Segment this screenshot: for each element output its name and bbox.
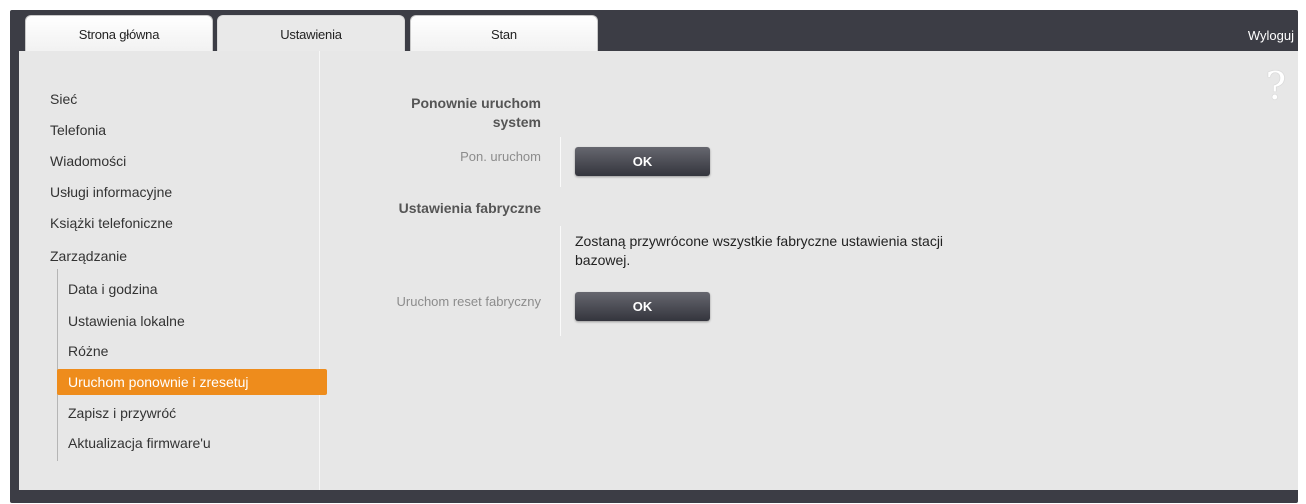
sidebar-item-network[interactable]: Sieć — [50, 90, 77, 108]
sidebar-subitem-save-restore[interactable]: Zapisz i przywróć — [68, 404, 176, 422]
sidebar-item-messages[interactable]: Wiadomości — [50, 152, 126, 170]
sidebar-subitem-restart-reset[interactable]: Uruchom ponownie i zresetuj — [57, 369, 327, 395]
restart-divider — [560, 137, 561, 187]
sidebar-item-info-services[interactable]: Usługi informacyjne — [50, 183, 172, 201]
subnav-divider — [57, 269, 58, 461]
sidebar-subitem-local-settings[interactable]: Ustawienia lokalne — [68, 312, 185, 330]
factory-reset-desc-line2: bazowej. — [575, 252, 631, 268]
tab-status[interactable]: Stan — [410, 15, 598, 52]
sidebar-item-phonebooks[interactable]: Książki telefoniczne — [50, 214, 173, 232]
sidebar-subitem-firmware[interactable]: Aktualizacja firmware'u — [68, 434, 211, 452]
restart-title-line1: Ponownie uruchom — [411, 95, 541, 111]
factory-reset-label: Uruchom reset fabryczny — [396, 294, 542, 309]
tab-settings[interactable]: Ustawienia — [217, 15, 405, 55]
logout-link[interactable]: Wyloguj — [1248, 28, 1294, 43]
factory-reset-ok-button[interactable]: OK — [575, 292, 710, 321]
factory-reset-title: Ustawienia fabryczne — [398, 200, 541, 216]
factory-reset-desc-line1: Zostaną przywrócone wszystkie fabryczne … — [575, 233, 944, 249]
sidebar-subitem-misc[interactable]: Różne — [68, 342, 108, 360]
question-mark-icon[interactable]: ? — [1266, 67, 1286, 105]
restart-label: Pon. uruchom — [460, 149, 541, 164]
restart-ok-button[interactable]: OK — [575, 147, 710, 176]
restart-title-line2: system — [492, 114, 541, 130]
sidebar-subitem-date-time[interactable]: Data i godzina — [68, 280, 158, 298]
factory-reset-divider — [560, 226, 561, 336]
content-panel: Sieć Telefonia Wiadomości Usługi informa… — [19, 51, 1298, 490]
factory-reset-description: Zostaną przywrócone wszystkie fabryczne … — [575, 232, 1035, 270]
sidebar-item-management[interactable]: Zarządzanie — [50, 247, 127, 265]
sidebar: Sieć Telefonia Wiadomości Usługi informa… — [19, 51, 327, 490]
sidebar-item-telephony[interactable]: Telefonia — [50, 121, 106, 139]
tab-home[interactable]: Strona główna — [25, 15, 213, 52]
